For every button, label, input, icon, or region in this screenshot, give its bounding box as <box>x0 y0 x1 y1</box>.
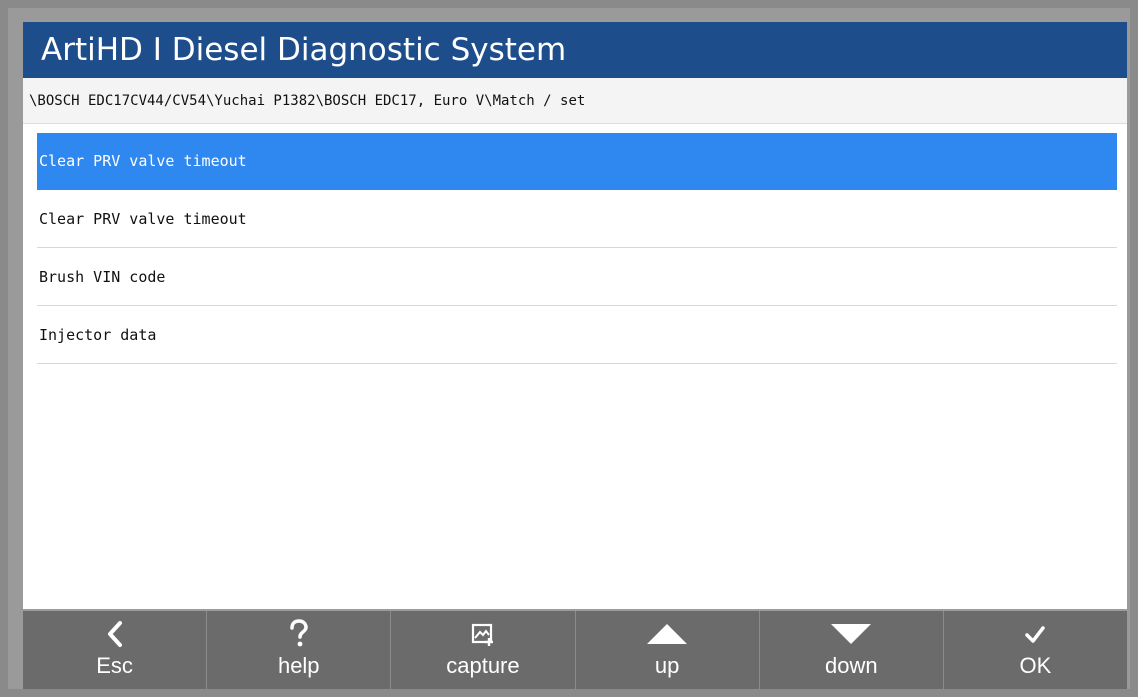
esc-button[interactable]: Esc <box>23 611 208 689</box>
up-label: up <box>654 653 680 678</box>
esc-label: Esc <box>96 653 133 678</box>
ok-label: OK <box>1019 653 1052 678</box>
list-item-brush-vin-code[interactable]: Brush VIN code <box>37 249 1117 306</box>
list-item-injector-data[interactable]: Injector data <box>37 307 1117 364</box>
help-label: help <box>277 653 320 678</box>
up-button[interactable]: up <box>576 611 760 689</box>
checkmark-icon <box>944 619 1127 649</box>
list-item-clear-prv-valve-timeout-selected[interactable]: Clear PRV valve timeout <box>37 133 1117 190</box>
breadcrumb: \BOSCH EDC17CV44/CV54\Yuchai P1382\BOSCH… <box>23 78 1127 124</box>
down-label: down <box>824 653 878 678</box>
list-item-clear-prv-valve-timeout[interactable]: Clear PRV valve timeout <box>37 191 1117 248</box>
chevron-left-icon <box>23 619 206 649</box>
down-button[interactable]: down <box>760 611 944 689</box>
triangle-down-icon <box>760 619 943 649</box>
screen: ArtiHD I Diesel Diagnostic System \BOSCH… <box>23 22 1127 689</box>
help-button[interactable]: help <box>207 611 392 689</box>
ok-button[interactable]: OK <box>944 611 1127 689</box>
app-title: ArtiHD I Diesel Diagnostic System <box>23 22 1127 78</box>
bottom-toolbar: Esc help capture up down OK <box>23 609 1127 689</box>
triangle-up-icon <box>576 619 759 649</box>
question-icon <box>207 619 390 649</box>
capture-label: capture <box>446 653 520 678</box>
screenshot-icon <box>391 619 574 649</box>
capture-button[interactable]: capture <box>391 611 576 689</box>
menu-list: Clear PRV valve timeout Clear PRV valve … <box>37 133 1117 364</box>
